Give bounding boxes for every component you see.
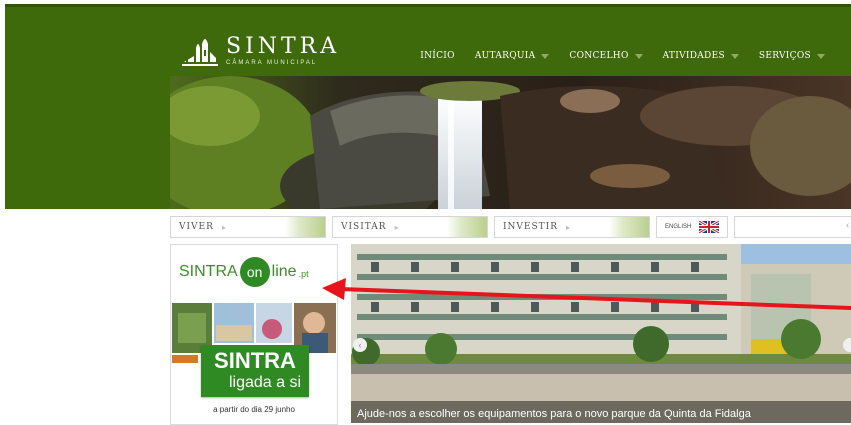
sintra-online-promo[interactable]: SINTRA on line .pt SINTRA ligada a si a … xyxy=(170,244,338,425)
promo-logo-left: SINTRA xyxy=(179,263,238,280)
badge-subtitle: ligada a si xyxy=(228,374,301,391)
uk-flag-icon xyxy=(699,221,720,233)
logo-subtitle: CÂMARA MUNICIPAL xyxy=(226,60,318,66)
news-slideshow[interactable]: ‹ Ajude-nos a escolher os equipamentos p… xyxy=(351,244,851,423)
logo-title: SINTRA xyxy=(226,34,341,59)
tab-label: INVESTIR xyxy=(503,222,558,232)
leaf-decoration xyxy=(609,217,649,237)
chevron-right-icon[interactable] xyxy=(843,338,851,352)
waterfall-photo xyxy=(170,76,851,209)
nav-inicio[interactable]: INÍCIO xyxy=(410,51,465,61)
badge-title: SINTRA xyxy=(214,348,296,373)
hero-banner-image xyxy=(170,76,851,209)
slide-caption[interactable]: Ajude-nos a escolher os equipamentos par… xyxy=(351,401,851,423)
sub-nav: VIVER ▸ VISITAR ▸ INVESTIR ▸ ENGLISH ‹ xyxy=(170,216,851,238)
palace-logo-icon xyxy=(182,39,218,66)
tab-investir[interactable]: INVESTIR ▸ xyxy=(494,216,650,238)
search-input[interactable]: ‹ xyxy=(734,216,851,238)
caret-down-icon xyxy=(541,53,550,59)
arrow-right-icon: ▸ xyxy=(566,222,572,232)
chevron-left-icon: ‹ xyxy=(846,220,850,231)
slide-photo xyxy=(351,244,851,423)
nav-label: ATIVIDADES xyxy=(662,51,725,61)
nav-label: AUTARQUIA xyxy=(474,51,536,61)
nav-autarquia[interactable]: AUTARQUIA xyxy=(465,51,560,61)
leaf-decoration xyxy=(285,217,325,237)
caret-down-icon xyxy=(817,53,825,59)
caret-down-icon xyxy=(634,53,643,59)
tab-label: VISITAR xyxy=(341,222,387,232)
nav-concelho[interactable]: CONCELHO xyxy=(559,51,652,61)
tab-viver[interactable]: VIVER ▸ xyxy=(170,216,326,238)
promo-logo-tld: .pt xyxy=(298,269,309,279)
main-nav: INÍCIO AUTARQUIA CONCELHO ATIVIDADES SER… xyxy=(410,51,835,61)
sintra-ligada-badge[interactable]: SINTRA ligada a si xyxy=(201,345,309,397)
caret-down-icon xyxy=(730,53,739,59)
arrow-right-icon: ▸ xyxy=(394,222,400,232)
arrow-right-icon: ▸ xyxy=(221,222,227,232)
promo-date-text: a partir do dia 29 junho xyxy=(213,405,295,414)
promo-logo-on: on xyxy=(239,257,270,287)
nav-label: SERVIÇOS xyxy=(758,51,811,61)
tab-label: VIVER xyxy=(179,222,214,232)
nav-servicos[interactable]: SERVIÇOS xyxy=(749,51,835,61)
site-logo[interactable]: SINTRA CÂMARA MUNICIPAL xyxy=(180,26,340,68)
language-label: ENGLISH xyxy=(665,224,692,230)
nav-label: CONCELHO xyxy=(569,51,629,61)
leaf-decoration xyxy=(447,217,487,237)
tab-visitar[interactable]: VISITAR ▸ xyxy=(332,216,488,238)
promo-logo-right: line xyxy=(271,263,297,280)
sintra-online-logo: SINTRA on line .pt xyxy=(179,257,309,287)
language-switch[interactable]: ENGLISH xyxy=(656,216,729,238)
nav-label: INÍCIO xyxy=(420,51,455,61)
logo-text: SINTRA CÂMARA MUNICIPAL xyxy=(226,36,340,68)
chevron-left-icon[interactable]: ‹ xyxy=(353,338,367,352)
nav-atividades[interactable]: ATIVIDADES xyxy=(653,51,749,61)
header-strip xyxy=(5,4,851,7)
